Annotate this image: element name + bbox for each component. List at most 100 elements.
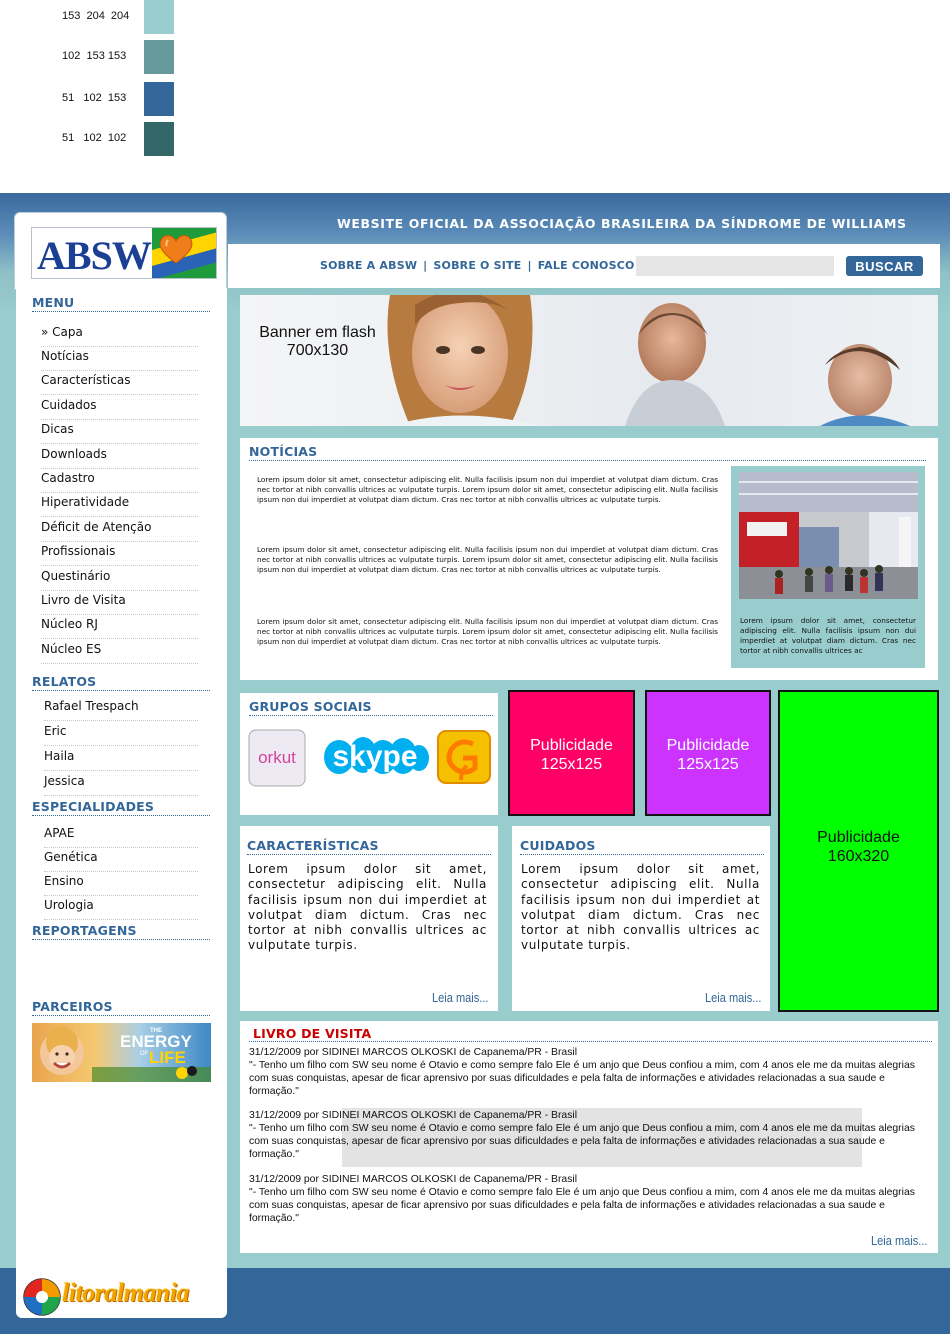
guestbook-entry-meta: 31/12/2009 por SIDINEI MARCOS OLKOSKI de… (249, 1174, 578, 1185)
banner-line1: Banner em flash (259, 324, 376, 341)
guestbook-entry-message: "- Tenho um filho com SW seu nome é Otav… (249, 1122, 915, 1160)
palette-swatch: 153 204 204 (62, 0, 182, 34)
social-heading: GRUPOS SOCIAIS (249, 699, 493, 716)
logo-card[interactable]: ABSW (14, 212, 227, 290)
especialidade-item[interactable]: Ensino (44, 872, 198, 896)
caracteristicas-text: Lorem ipsum dolor sit amet, consectetur … (248, 862, 487, 953)
sidebar-item-profissionais[interactable]: Profissionais (41, 542, 198, 566)
sidebar-item-livro-visita[interactable]: Livro de Visita (41, 591, 198, 615)
search-input[interactable] (636, 256, 834, 276)
sidebar-item-noticias[interactable]: Notícias (41, 347, 198, 371)
guestbook-heading: LIVRO DE VISITA (253, 1026, 372, 1041)
especialidade-item[interactable]: APAE (44, 824, 198, 848)
sidebar-item-cuidados[interactable]: Cuidados (41, 396, 198, 420)
parceiros-heading: PARCEIROS (32, 999, 210, 1016)
especialidades-heading: ESPECIALIDADES (32, 799, 210, 816)
cuidados-heading: CUIDADOS (520, 838, 764, 855)
nav-sobre-absw[interactable]: SOBRE A ABSW (320, 259, 417, 272)
guestbook-entry-meta: 31/12/2009 por SIDINEI MARCOS OLKOSKI de… (249, 1110, 578, 1121)
partner-banner[interactable]: THE ENERGY OF LIFE (32, 1023, 211, 1082)
guestbook-entry-message: "- Tenho um filho com SW seu nome é Otav… (249, 1186, 915, 1224)
relatos-heading: RELATOS (32, 674, 210, 691)
sidebar-item-cadastro[interactable]: Cadastro (41, 469, 198, 493)
ad-label: Publicidade (817, 829, 900, 846)
reportagens-heading[interactable]: REPORTAGENS (32, 923, 210, 940)
sidebar-item-caracteristicas[interactable]: Características (41, 371, 198, 395)
news-paragraph: Lorem ipsum dolor sit amet, consectetur … (257, 475, 718, 505)
search-button[interactable]: BUSCAR (846, 256, 923, 276)
swatch-color (144, 0, 174, 34)
swatch-color (144, 82, 174, 116)
guestbook-divider (249, 1041, 932, 1042)
gazzag-icon (437, 730, 491, 784)
sidebar-item-capa[interactable]: » Capa (41, 323, 198, 347)
news-photo[interactable] (739, 472, 918, 599)
flash-banner[interactable] (240, 295, 938, 426)
sidebar-item-dicas[interactable]: Dicas (41, 420, 198, 444)
site-title: WEBSITE OFICIAL DA ASSOCIAÇÃO BRASILEIRA… (337, 216, 907, 231)
especialidade-item[interactable]: Genética (44, 848, 198, 872)
banner-line2: 700x130 (286, 342, 349, 359)
swatch-label: 51 102 153 (62, 92, 127, 104)
banner-placeholder-text: Banner em flash 700x130 (256, 324, 379, 360)
relato-item[interactable]: Eric (44, 722, 198, 746)
sidebar-item-questionario[interactable]: Questinário (41, 567, 198, 591)
news-heading: NOTÍCIAS (249, 444, 926, 461)
banner-people-photo-icon (387, 295, 910, 426)
ad-slot-160x320[interactable]: Publicidade 160x320 (778, 690, 939, 1012)
absw-logo[interactable]: ABSW (31, 227, 217, 279)
cuidados-read-more-link[interactable]: Leia mais... (705, 990, 762, 1005)
swatch-color (144, 122, 174, 156)
partner-text-life: LIFE (149, 1048, 186, 1067)
sidebar-item-hiperatividade[interactable]: Hiperatividade (41, 493, 198, 517)
guestbook-entry-message: "- Tenho um filho com SW seu nome é Otav… (249, 1059, 915, 1097)
relato-item[interactable]: Rafael Trespach (44, 697, 198, 721)
guestbook-read-more-link[interactable]: Leia mais... (871, 1233, 928, 1248)
menu-heading: MENU (32, 295, 210, 312)
skype-icon: skype (324, 737, 429, 774)
swatch-label: 51 102 102 (62, 132, 127, 144)
litoralmania-swirl-icon (23, 1278, 61, 1316)
swatch-label: 102 153 153 (62, 50, 127, 62)
swatch-label: 153 204 204 (62, 10, 130, 22)
ad-size-label: 125x125 (540, 756, 603, 773)
ad-label: Publicidade (666, 737, 750, 754)
logo-text: ABSW (37, 233, 152, 278)
relato-item[interactable]: Jessica (44, 772, 198, 796)
guestbook-entry: 31/12/2009 por SIDINEI MARCOS OLKOSKI de… (249, 1110, 934, 1162)
exhibition-hall-photo-icon (739, 472, 918, 599)
skype-wordmark: skype (332, 740, 417, 773)
partner-text-of: OF (140, 1051, 149, 1057)
sidebar-item-deficit-atencao[interactable]: Déficit de Atenção (41, 518, 198, 542)
energy-of-life-ad-icon: THE ENERGY OF LIFE (40, 1027, 211, 1082)
caracteristicas-read-more-link[interactable]: Leia mais... (432, 990, 489, 1005)
nav-fale-conosco[interactable]: FALE CONOSCO (538, 259, 635, 272)
relato-item[interactable]: Haila (44, 747, 198, 771)
especialidade-item[interactable]: Urologia (44, 896, 198, 920)
ad-size-label: 160x320 (827, 848, 890, 865)
heart-icon (159, 235, 193, 264)
ad-slot-125-1[interactable]: Publicidade 125x125 (508, 690, 635, 816)
orkut-wordmark: orkut (258, 748, 296, 767)
guestbook-entry: 31/12/2009 por SIDINEI MARCOS OLKOSKI de… (249, 1174, 934, 1226)
guestbook-entry-meta: 31/12/2009 por SIDINEI MARCOS OLKOSKI de… (249, 1047, 578, 1058)
sidebar-item-nucleo-rj[interactable]: Núcleo RJ (41, 615, 198, 639)
cuidados-text: Lorem ipsum dolor sit amet, consectetur … (521, 862, 760, 953)
orkut-link[interactable]: orkut (248, 729, 306, 791)
guestbook-entry: 31/12/2009 por SIDINEI MARCOS OLKOSKI de… (249, 1047, 934, 1099)
top-nav: SOBRE A ABSW | SOBRE O SITE | FALE CONOSCO (320, 259, 635, 272)
orkut-icon: orkut (248, 729, 306, 787)
skype-link[interactable]: skype (323, 728, 429, 790)
swatch-color (144, 40, 174, 74)
sidebar-item-nucleo-es[interactable]: Núcleo ES (41, 640, 198, 664)
ad-size-label: 125x125 (677, 756, 739, 773)
ad-slot-125-2[interactable]: Publicidade 125x125 (645, 690, 771, 816)
news-photo-caption: Lorem ipsum dolor sit amet, consectetur … (740, 616, 916, 655)
caracteristicas-heading: CARACTERÍSTICAS (247, 838, 491, 855)
gazzag-link[interactable] (437, 730, 491, 788)
nav-separator: | (423, 259, 428, 272)
palette-swatch: 102 153 153 (62, 40, 182, 74)
sidebar-item-downloads[interactable]: Downloads (41, 445, 198, 469)
nav-sobre-site[interactable]: SOBRE O SITE (433, 259, 521, 272)
palette-swatch: 51 102 153 (62, 82, 182, 116)
